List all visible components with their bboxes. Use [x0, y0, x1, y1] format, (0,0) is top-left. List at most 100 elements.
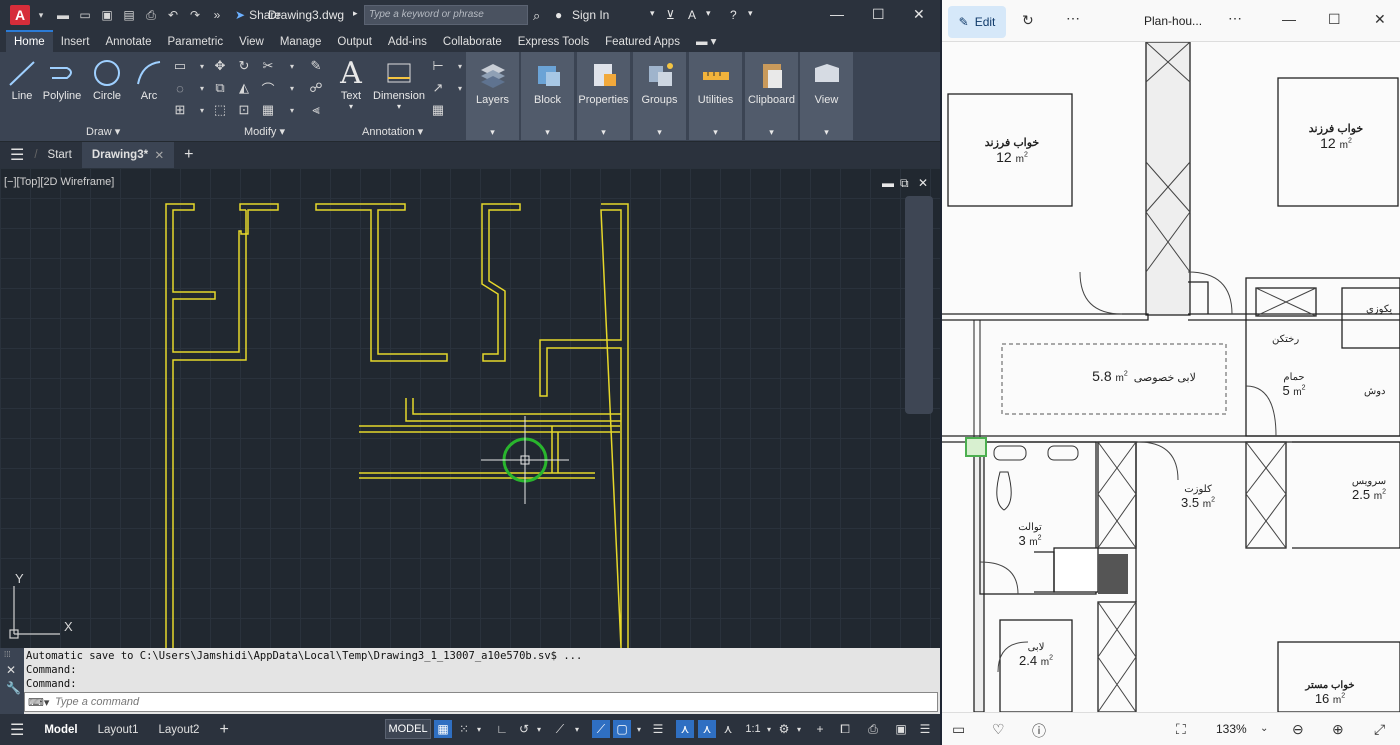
polyline-tool[interactable]: Polyline: [40, 56, 84, 102]
layers-panel[interactable]: Layers ▾: [466, 52, 519, 140]
sign-in-link[interactable]: Sign In: [572, 8, 609, 22]
filmstrip-icon[interactable]: ▭: [952, 721, 965, 738]
view-panel[interactable]: View ▾: [800, 52, 853, 140]
search-input[interactable]: Type a keyword or phrase: [364, 5, 528, 25]
chevron-down-icon[interactable]: ▾: [748, 8, 753, 19]
rotate-icon[interactable]: ↻: [1022, 12, 1034, 29]
chevron-right-icon[interactable]: ▸: [353, 8, 358, 19]
add-layout-icon[interactable]: +: [209, 721, 238, 739]
properties-panel[interactable]: Properties ▾: [577, 52, 630, 140]
polar-icon[interactable]: ↺: [516, 720, 532, 738]
dimension-tool[interactable]: Dimension ▾: [371, 56, 427, 111]
chevron-down-icon[interactable]: ▾: [474, 720, 484, 738]
autocad-logo-icon[interactable]: A: [10, 5, 30, 25]
save-as-icon[interactable]: ▤: [121, 7, 137, 23]
tab-featured-apps[interactable]: Featured Apps: [597, 32, 688, 52]
chevron-down-icon[interactable]: ▾: [334, 102, 368, 111]
tab-express-tools[interactable]: Express Tools: [510, 32, 597, 52]
more-icon[interactable]: »: [209, 7, 225, 23]
chevron-down-icon[interactable]: ▾: [764, 720, 774, 738]
auto-scale-icon[interactable]: ⋏: [698, 720, 716, 738]
clean-screen-icon[interactable]: ▣: [892, 720, 910, 738]
command-prompt-icon[interactable]: ⌨▾: [28, 696, 49, 709]
mirror-icon[interactable]: ◭: [236, 80, 252, 96]
print-icon[interactable]: ⎙: [143, 7, 159, 23]
drawing-tab[interactable]: Drawing3* ✕: [81, 142, 175, 168]
close-icon[interactable]: ✕: [1374, 11, 1386, 28]
close-tab-icon[interactable]: ✕: [154, 148, 164, 162]
minimize-icon[interactable]: —: [1282, 11, 1296, 27]
copy-icon[interactable]: ⧉: [212, 80, 228, 96]
clipboard-panel[interactable]: Clipboard ▾: [745, 52, 798, 140]
move-icon[interactable]: ✥: [212, 58, 228, 74]
workspace-toggle-icon[interactable]: ▬ ▾: [688, 30, 724, 52]
edit-button[interactable]: ✎ Edit: [948, 6, 1006, 38]
add-icon[interactable]: +: [812, 720, 828, 738]
tab-add-ins[interactable]: Add-ins: [380, 32, 435, 52]
application-menu-icon[interactable]: ☰: [0, 145, 34, 165]
chevron-down-icon[interactable]: ▾: [572, 720, 582, 738]
customization-icon[interactable]: ☰: [916, 720, 934, 738]
minimize-icon[interactable]: —: [830, 6, 844, 22]
linear-dim-icon[interactable]: ⊢: [430, 58, 446, 74]
chevron-down-icon[interactable]: ▾: [284, 58, 300, 74]
region-icon[interactable]: ⊞: [172, 102, 188, 118]
stretch-icon[interactable]: ⬚: [212, 102, 228, 118]
annotation-scale-value[interactable]: 1:1: [742, 720, 764, 738]
fit-to-window-icon[interactable]: ⛶: [1176, 721, 1186, 738]
zoom-in-icon[interactable]: ⊕: [1332, 721, 1344, 738]
chevron-down-icon[interactable]: ▾: [194, 58, 210, 74]
block-panel[interactable]: Block ▾: [521, 52, 574, 140]
modify-panel-name[interactable]: Modify ▾: [244, 125, 285, 138]
annotation-scale-icon[interactable]: ⋏: [720, 720, 736, 738]
chevron-down-icon[interactable]: ▾: [284, 80, 300, 96]
isolate-objects-icon[interactable]: ⧠: [836, 720, 854, 738]
tab-collaborate[interactable]: Collaborate: [435, 32, 510, 52]
redo-icon[interactable]: ↷: [187, 7, 203, 23]
text-tool[interactable]: A Text ▾: [334, 56, 368, 112]
more-options-icon[interactable]: ⋯: [1066, 10, 1080, 27]
tab-annotate[interactable]: Annotate: [97, 32, 159, 52]
new-file-icon[interactable]: ▬: [55, 7, 71, 23]
snap-icon[interactable]: ⁙: [456, 720, 472, 738]
undo-icon[interactable]: ↶: [165, 7, 181, 23]
utilities-panel[interactable]: Utilities ▾: [689, 52, 742, 140]
circle-tool[interactable]: Circle: [88, 56, 126, 102]
save-icon[interactable]: ▣: [99, 7, 115, 23]
rectangle-icon[interactable]: ▭: [172, 58, 188, 74]
chevron-down-icon[interactable]: ⌄: [1260, 723, 1268, 734]
model-tab[interactable]: Model: [34, 724, 87, 736]
scale-icon[interactable]: ⊡: [236, 102, 252, 118]
chevron-down-icon[interactable]: ▾: [33, 7, 49, 23]
tab-view[interactable]: View: [231, 32, 272, 52]
more-icon[interactable]: ⋯: [1228, 10, 1242, 27]
line-tool[interactable]: Line: [6, 56, 38, 102]
zoom-level[interactable]: 133%: [1216, 722, 1247, 736]
layout1-tab[interactable]: Layout1: [88, 724, 149, 736]
arc-tool[interactable]: Arc: [132, 56, 166, 102]
chevron-down-icon[interactable]: ▾: [371, 102, 427, 111]
chevron-down-icon[interactable]: ▾: [534, 720, 544, 738]
offset-icon[interactable]: ⫷: [308, 102, 324, 118]
trim-icon[interactable]: ✂: [260, 58, 276, 74]
open-folder-icon[interactable]: ▭: [77, 7, 93, 23]
chevron-down-icon[interactable]: ▾: [794, 720, 804, 738]
hatch-icon[interactable]: ◌: [172, 80, 188, 96]
object-snap-tracking-icon[interactable]: ⟋: [592, 720, 610, 738]
model-space-button[interactable]: MODEL: [385, 719, 431, 739]
layout2-tab[interactable]: Layout2: [149, 724, 210, 736]
autodesk-a360-icon[interactable]: A: [688, 8, 696, 22]
new-tab-icon[interactable]: +: [174, 146, 203, 164]
layout-menu-icon[interactable]: ☰: [0, 720, 34, 740]
chevron-down-icon[interactable]: ▾: [634, 720, 644, 738]
groups-panel[interactable]: Groups ▾: [633, 52, 686, 140]
explode-icon[interactable]: ☍: [308, 80, 324, 96]
annotation-panel-name[interactable]: Annotation ▾: [362, 125, 423, 138]
favorite-heart-icon[interactable]: ♡: [992, 721, 1005, 738]
rotate-icon[interactable]: ↻: [236, 58, 252, 74]
ortho-icon[interactable]: ∟: [494, 720, 510, 738]
tab-manage[interactable]: Manage: [272, 32, 330, 52]
tab-output[interactable]: Output: [329, 32, 380, 52]
chevron-down-icon[interactable]: ▾: [194, 80, 210, 96]
customize-icon[interactable]: 🔧: [0, 679, 24, 697]
